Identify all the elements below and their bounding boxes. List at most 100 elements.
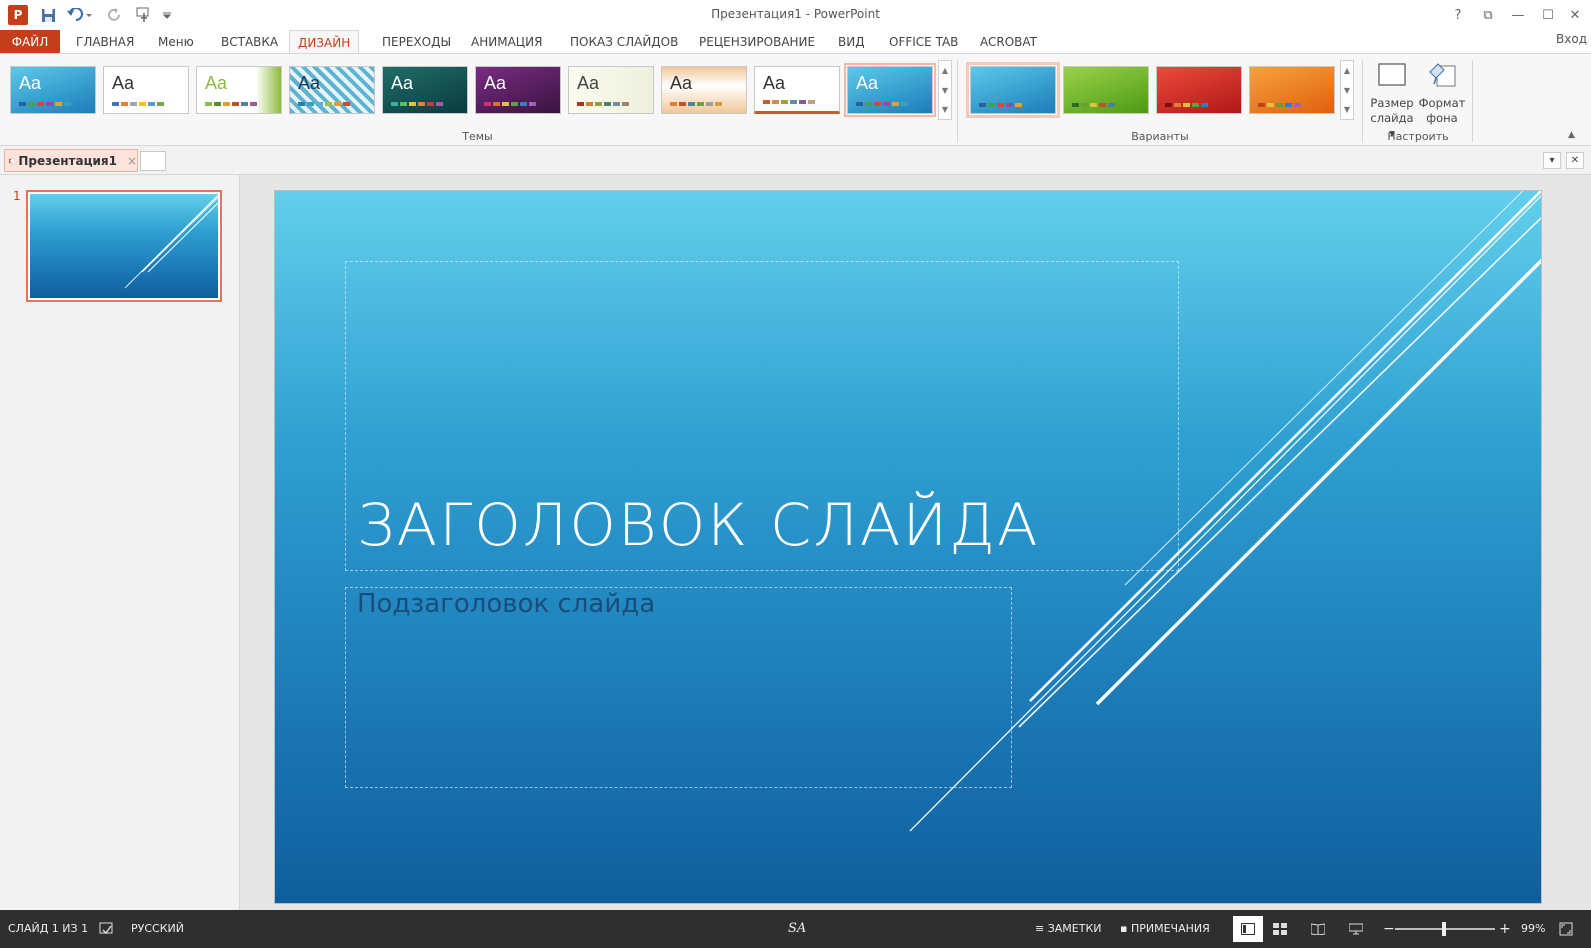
theme-thumbnail[interactable]: Aa bbox=[10, 66, 96, 114]
variant-thumbnail-selected[interactable] bbox=[966, 62, 1060, 118]
slide-counter[interactable]: СЛАЙД 1 ИЗ 1 bbox=[8, 910, 88, 948]
new-tab-button[interactable] bbox=[140, 151, 166, 171]
close-document-button[interactable]: ✕ bbox=[1566, 152, 1584, 169]
document-tab-bar: P Презентация1 × ▾ ✕ bbox=[0, 146, 1591, 175]
fit-slide-icon[interactable] bbox=[1559, 910, 1573, 948]
zoom-level[interactable]: 99% bbox=[1521, 910, 1545, 948]
group-divider bbox=[1472, 60, 1473, 142]
spelling-check-icon[interactable] bbox=[99, 910, 113, 948]
tab-transitions[interactable]: ПЕРЕХОДЫ bbox=[374, 30, 459, 54]
title-bar: P Презентация1 - PowerPoint ? ⧉ — ☐ ✕ bbox=[0, 0, 1591, 30]
group-divider bbox=[957, 60, 958, 142]
zoom-out-button[interactable]: − bbox=[1383, 910, 1395, 948]
reading-view-icon[interactable] bbox=[1310, 910, 1326, 948]
comments-label: ПРИМЕЧАНИЯ bbox=[1130, 922, 1210, 935]
format-background-label: Формат bbox=[1418, 96, 1466, 110]
variants-scroll[interactable]: ▲ ▼ ▼ bbox=[1340, 60, 1354, 120]
theme-thumbnail[interactable]: Aa bbox=[103, 66, 189, 114]
theme-thumbnail[interactable]: Aa bbox=[289, 66, 375, 114]
group-label-variants: Варианты bbox=[1131, 130, 1189, 143]
more-icon[interactable]: ▼ bbox=[939, 101, 951, 119]
tab-insert[interactable]: ВСТАВКА bbox=[213, 30, 286, 54]
theme-thumbnail[interactable]: Aa bbox=[661, 66, 747, 114]
group-divider bbox=[1362, 60, 1363, 142]
tab-home[interactable]: ГЛАВНАЯ bbox=[68, 30, 142, 54]
variant-thumbnail[interactable] bbox=[1156, 66, 1242, 114]
slideshow-icon[interactable] bbox=[1348, 910, 1364, 948]
format-background-icon bbox=[1429, 63, 1456, 87]
theme-label: Aa bbox=[112, 73, 135, 93]
theme-thumbnail[interactable]: Aa bbox=[382, 66, 468, 114]
zoom-in-button[interactable]: + bbox=[1499, 910, 1511, 948]
ribbon-design: Aa Aa Aa Aa Aa Aa Aa Aa Aa Aa ▲ ▼ ▼ Темы… bbox=[0, 53, 1591, 146]
scroll-down-icon[interactable]: ▼ bbox=[1341, 81, 1353, 101]
notes-label: ЗАМЕТКИ bbox=[1047, 922, 1102, 935]
group-label-customize: Настроить bbox=[1387, 130, 1449, 143]
notes-button[interactable]: ≡ ЗАМЕТКИ bbox=[1035, 910, 1102, 948]
theme-label: Aa bbox=[856, 73, 879, 93]
format-background-button[interactable]: Формат фона bbox=[1417, 60, 1467, 126]
theme-thumbnail[interactable]: Aa bbox=[475, 66, 561, 114]
tab-slideshow[interactable]: ПОКАЗ СЛАЙДОВ bbox=[562, 30, 686, 54]
window-title: Презентация1 - PowerPoint bbox=[711, 7, 880, 21]
slide-thumbnails-pane: 1 bbox=[0, 175, 240, 910]
more-icon[interactable]: ▼ bbox=[1341, 101, 1353, 119]
comments-button[interactable]: ▪ ПРИМЕЧАНИЯ bbox=[1120, 910, 1210, 948]
tab-animations[interactable]: АНИМАЦИЯ bbox=[463, 30, 550, 54]
theme-thumbnail[interactable]: Aa bbox=[568, 66, 654, 114]
theme-label: Aa bbox=[670, 73, 693, 93]
slide-title[interactable]: ЗАГОЛОВОК СЛАЙДА bbox=[357, 491, 1040, 559]
ribbon-display-options-icon[interactable]: ⧉ bbox=[1475, 4, 1501, 26]
tab-view[interactable]: ВИД bbox=[830, 30, 873, 54]
theme-label: Aa bbox=[577, 73, 600, 93]
theme-thumbnail[interactable]: Aa bbox=[754, 66, 840, 114]
theme-label: Aa bbox=[205, 73, 228, 93]
thumbnail-number: 1 bbox=[13, 189, 21, 203]
minimize-button[interactable]: — bbox=[1505, 4, 1531, 26]
scroll-up-icon[interactable]: ▲ bbox=[1341, 61, 1353, 81]
notes-icon: ≡ bbox=[1035, 922, 1048, 935]
tab-design[interactable]: ДИЗАЙН bbox=[289, 30, 360, 55]
group-label-themes: Темы bbox=[462, 130, 493, 143]
ribbon-tabs: ФАЙЛ ГЛАВНАЯ Меню ВСТАВКА ДИЗАЙН ПЕРЕХОД… bbox=[0, 30, 1591, 55]
scroll-down-icon[interactable]: ▼ bbox=[939, 81, 951, 101]
collapse-ribbon-icon[interactable]: ▲ bbox=[1568, 130, 1575, 140]
tab-acrobat[interactable]: ACROBAT bbox=[972, 30, 1045, 54]
slide-sorter-icon[interactable] bbox=[1273, 910, 1287, 948]
theme-label: Aa bbox=[763, 73, 786, 93]
theme-label: Aa bbox=[391, 73, 414, 93]
tab-file[interactable]: ФАЙЛ bbox=[0, 30, 60, 54]
slide-size-icon bbox=[1378, 63, 1406, 86]
powerpoint-file-icon: P bbox=[9, 157, 15, 164]
slide-subtitle[interactable]: Подзаголовок слайда bbox=[357, 589, 655, 619]
zoom-slider-thumb[interactable] bbox=[1442, 922, 1446, 936]
language-indicator[interactable]: РУССКИЙ bbox=[131, 910, 184, 948]
slide-size-button[interactable]: Размер слайда ▾ bbox=[1367, 60, 1417, 141]
variant-thumbnail[interactable] bbox=[1249, 66, 1335, 114]
slide-size-label: Размер bbox=[1370, 96, 1414, 110]
theme-thumbnail-selected[interactable]: Aa bbox=[844, 63, 936, 117]
scroll-up-icon[interactable]: ▲ bbox=[939, 61, 951, 81]
theme-label: Aa bbox=[298, 73, 321, 93]
tab-menu[interactable]: Меню bbox=[150, 30, 202, 54]
help-button[interactable]: ? bbox=[1445, 4, 1471, 26]
slide-thumbnail[interactable] bbox=[26, 190, 222, 302]
document-tab[interactable]: P Презентация1 × bbox=[4, 149, 138, 172]
status-bar: СЛАЙД 1 ИЗ 1 РУССКИЙ SA ≡ ЗАМЕТКИ ▪ ПРИМ… bbox=[0, 910, 1591, 948]
theme-label: Aa bbox=[484, 73, 507, 93]
sign-in-link[interactable]: Вход bbox=[1556, 32, 1587, 46]
normal-view-button[interactable] bbox=[1233, 916, 1263, 942]
tab-office-tab[interactable]: OFFICE TAB bbox=[881, 30, 966, 54]
document-tab-label: Презентация1 bbox=[18, 153, 117, 168]
themes-scroll[interactable]: ▲ ▼ ▼ bbox=[938, 60, 952, 120]
slide-canvas[interactable]: ЗАГОЛОВОК СЛАЙДА Подзаголовок слайда bbox=[274, 190, 1542, 904]
format-background-label-2: фона bbox=[1426, 111, 1458, 125]
close-window-button[interactable]: ✕ bbox=[1562, 4, 1588, 26]
tab-list-dropdown[interactable]: ▾ bbox=[1543, 152, 1561, 169]
tab-review[interactable]: РЕЦЕНЗИРОВАНИЕ bbox=[691, 30, 823, 54]
variant-thumbnail[interactable] bbox=[1063, 66, 1149, 114]
theme-thumbnail[interactable]: Aa bbox=[196, 66, 282, 114]
close-tab-icon[interactable]: × bbox=[127, 154, 137, 168]
center-mark: SA bbox=[788, 921, 807, 936]
maximize-button[interactable]: ☐ bbox=[1535, 4, 1561, 26]
